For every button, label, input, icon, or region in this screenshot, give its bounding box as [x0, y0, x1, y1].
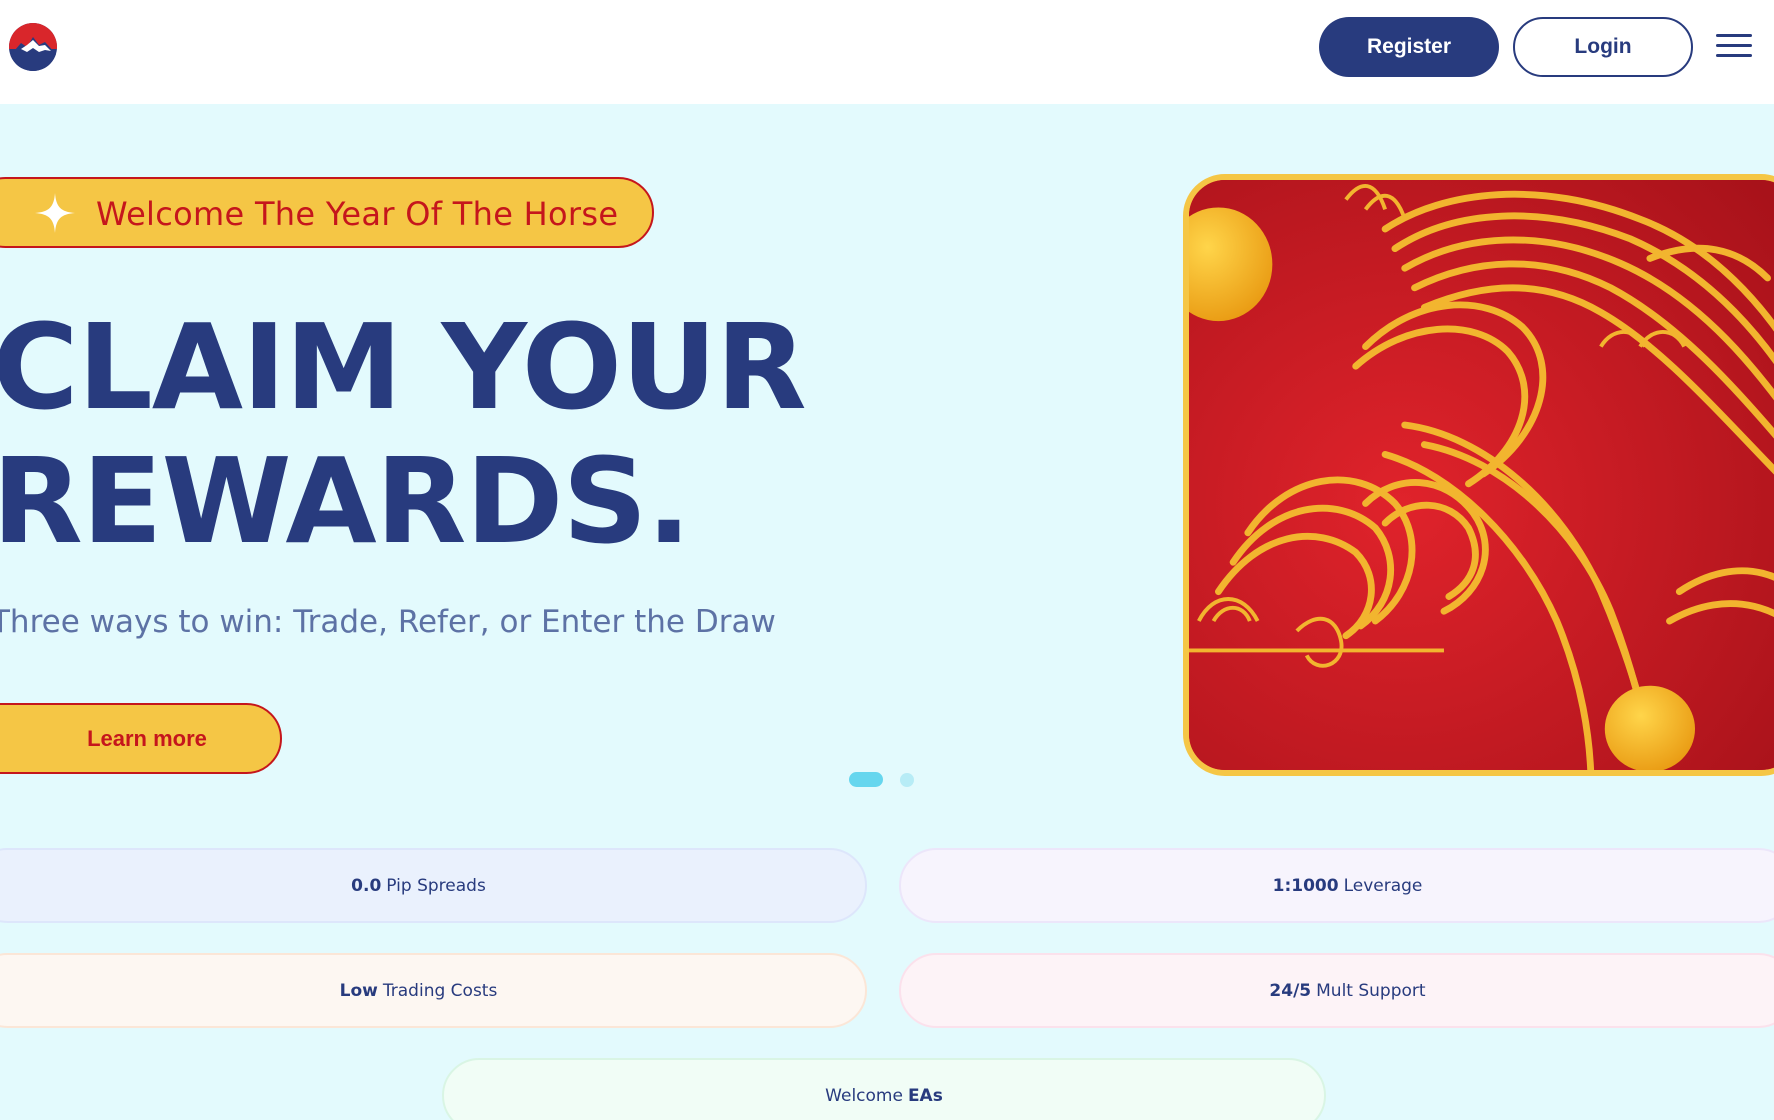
hamburger-menu-icon[interactable]	[1714, 30, 1754, 62]
feature-highlight: 0.0	[351, 875, 382, 896]
feature-highlight: 1:1000	[1272, 875, 1339, 896]
carousel-dot-active[interactable]	[849, 772, 883, 787]
carousel-dot[interactable]	[900, 773, 914, 787]
promo-badge-text: Welcome The Year Of The Horse	[96, 195, 619, 233]
feature-highlight: EAs	[907, 1085, 943, 1106]
feature-label: Trading Costs	[382, 980, 498, 1001]
sparkle-star-icon	[35, 193, 75, 233]
feature-trading-costs: Low Trading Costs	[0, 953, 867, 1028]
year-of-horse-illustration	[1183, 174, 1774, 776]
feature-label: Mult Support	[1316, 980, 1426, 1001]
hero-headline-line-1: CLAIM YOUR	[0, 298, 807, 436]
feature-pip-spreads: 0.0 Pip Spreads	[0, 848, 867, 923]
site-header: Register Login	[0, 0, 1774, 104]
hero-headline-line-2: REWARDS.	[0, 432, 691, 570]
mountain-logo-icon[interactable]	[9, 23, 57, 71]
feature-leverage: 1:1000 Leverage	[899, 848, 1774, 923]
promo-badge: Welcome The Year Of The Horse	[0, 177, 654, 248]
feature-support: 24/5 Mult Support	[899, 953, 1774, 1028]
feature-highlight: 24/5	[1269, 980, 1312, 1001]
register-button[interactable]: Register	[1319, 17, 1499, 77]
learn-more-button[interactable]: Learn more	[0, 703, 282, 774]
feature-welcome-eas: Welcome EAs	[442, 1058, 1326, 1120]
feature-label: Leverage	[1343, 875, 1423, 896]
feature-label: Welcome	[825, 1085, 903, 1106]
hero-subtitle: Three ways to win: Trade, Refer, or Ente…	[0, 604, 776, 640]
feature-highlight: Low	[339, 980, 378, 1001]
carousel-pagination	[849, 771, 929, 789]
hero-headline: CLAIM YOUR REWARDS.	[0, 298, 807, 570]
login-button[interactable]: Login	[1513, 17, 1693, 77]
feature-label: Pip Spreads	[386, 875, 486, 896]
